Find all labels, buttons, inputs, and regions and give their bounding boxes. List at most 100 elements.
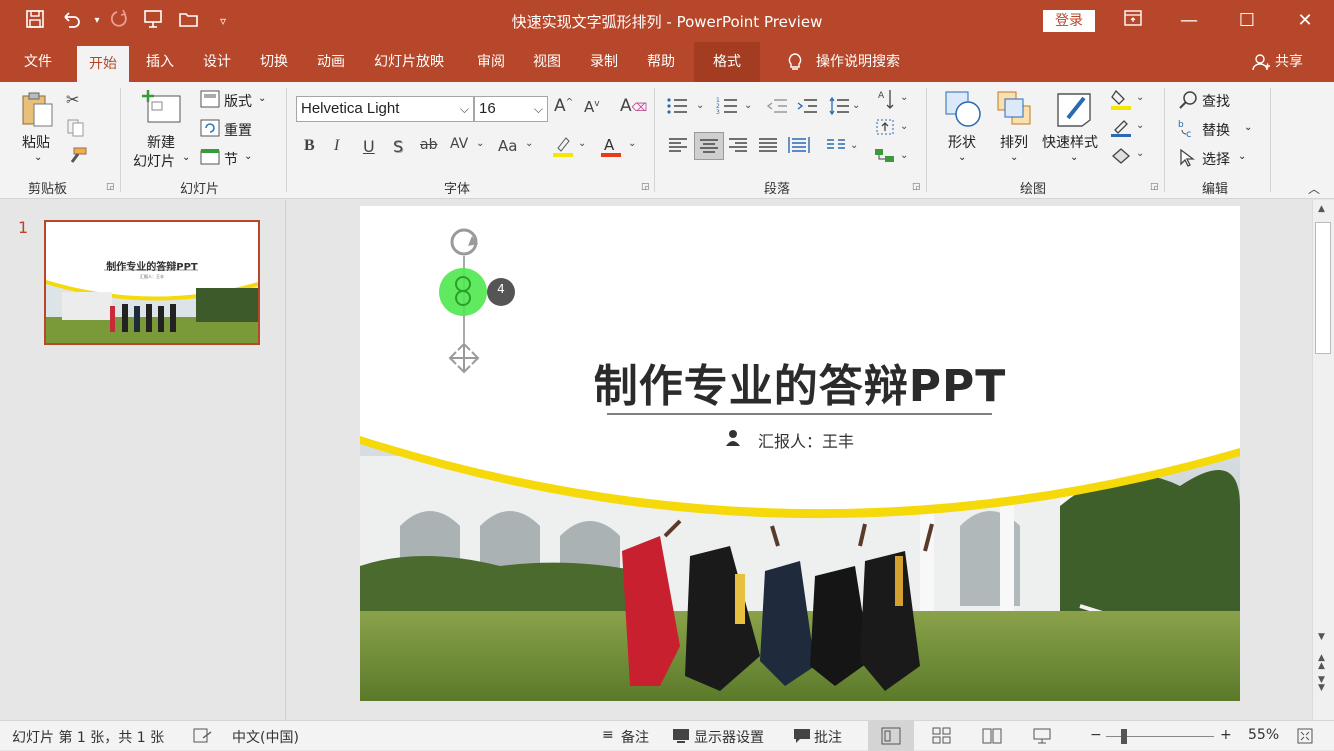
accessibility-icon[interactable] [192, 727, 212, 749]
layout-button[interactable]: 版式 [224, 91, 252, 111]
reset-icon[interactable] [200, 119, 220, 141]
paragraph-launcher-icon[interactable]: ◲ [912, 182, 921, 192]
underline-icon[interactable]: U [363, 137, 375, 156]
font-size-combo[interactable]: 16 ⌵ [474, 96, 548, 122]
tab-record[interactable]: 录制 [590, 42, 618, 82]
slide-canvas[interactable]: 4 制作专业的答辩PPT 汇报人：王丰 [360, 206, 1240, 701]
quick-styles-icon[interactable] [1054, 90, 1094, 132]
clipboard-launcher-icon[interactable]: ◲ [106, 182, 115, 192]
slide-thumbnail[interactable]: 制作专业的答辩PPT 汇报人：王丰 [44, 220, 260, 345]
find-icon[interactable] [1178, 90, 1198, 114]
replace-dropdown-icon[interactable]: ⌄ [1244, 122, 1252, 133]
copy-icon[interactable] [66, 118, 88, 142]
align-text-icon[interactable] [874, 117, 896, 141]
shape-outline-icon[interactable] [1110, 116, 1132, 142]
notes-icon[interactable]: ≡ [602, 727, 614, 743]
replace-button[interactable]: 替换 [1202, 120, 1230, 140]
section-button[interactable]: 节 [224, 149, 238, 169]
replace-icon[interactable]: bc [1178, 118, 1198, 144]
arrange-dropdown-icon[interactable]: ⌄ [1010, 152, 1018, 163]
share-button[interactable]: 共享 [1275, 42, 1303, 82]
tab-review[interactable]: 审阅 [477, 42, 505, 82]
new-slide-label[interactable]: 新建 [147, 132, 175, 152]
find-button[interactable]: 查找 [1202, 91, 1230, 111]
slide-title[interactable]: 制作专业的答辩PPT [540, 350, 1060, 414]
increase-font-icon[interactable]: A^ [554, 96, 573, 116]
font-name-combo[interactable]: Helvetica Light ⌵ [296, 96, 474, 122]
bold-icon[interactable]: B [304, 137, 315, 155]
line-spacing-icon[interactable] [828, 96, 850, 120]
comments-button[interactable]: 批注 [814, 727, 842, 747]
align-center-icon[interactable] [694, 132, 724, 160]
bullets-icon[interactable] [666, 96, 688, 120]
paste-icon[interactable] [20, 90, 56, 127]
tab-home[interactable]: 开始 [77, 46, 129, 82]
layout-icon[interactable] [200, 90, 220, 112]
reading-view-icon[interactable] [982, 727, 1002, 749]
shapes-button[interactable]: 形状 [948, 132, 976, 152]
zoom-out-icon[interactable]: − [1090, 727, 1102, 743]
shapes-icon[interactable] [944, 90, 982, 132]
vertical-scrollbar[interactable]: ▲ ▼ ▲ ▲ ▼ ▼ [1312, 200, 1334, 720]
paste-button[interactable]: 粘贴 [22, 132, 50, 152]
format-painter-icon[interactable] [66, 146, 88, 170]
chevron-down-icon[interactable]: ⌄ [900, 121, 908, 132]
arrange-button[interactable]: 排列 [1000, 132, 1028, 152]
decrease-indent-icon[interactable] [766, 96, 788, 120]
chevron-down-icon[interactable]: ⌄ [900, 150, 908, 161]
new-slide-icon[interactable] [142, 90, 182, 130]
comments-icon[interactable] [793, 727, 811, 749]
tab-animations[interactable]: 动画 [317, 42, 345, 82]
chevron-down-icon[interactable]: ⌄ [900, 92, 908, 103]
display-settings-button[interactable]: 显示器设置 [694, 727, 764, 747]
chevron-down-icon[interactable]: ⌄ [628, 138, 636, 149]
previous-slide-icon[interactable]: ▲ ▲ [1318, 654, 1325, 671]
scroll-down-icon[interactable]: ▼ [1318, 632, 1325, 642]
chevron-down-icon[interactable]: ⌄ [1136, 120, 1144, 131]
tab-insert[interactable]: 插入 [146, 42, 174, 82]
align-left-icon[interactable] [668, 136, 688, 158]
quick-styles-button[interactable]: 快速样式 [1042, 132, 1098, 152]
shapes-dropdown-icon[interactable]: ⌄ [958, 152, 966, 163]
slide-sorter-icon[interactable] [932, 727, 952, 749]
reset-button[interactable]: 重置 [224, 120, 252, 140]
chevron-down-icon[interactable]: ⌵ [460, 97, 469, 121]
character-spacing-icon[interactable]: AV [450, 136, 468, 152]
scroll-up-icon[interactable]: ▲ [1318, 204, 1325, 214]
chevron-down-icon[interactable]: ⌄ [525, 138, 533, 149]
section-icon[interactable] [200, 148, 220, 170]
new-slide-label-2[interactable]: 幻灯片 [133, 151, 175, 171]
strikethrough-icon[interactable]: ab [420, 137, 437, 153]
chevron-down-icon[interactable]: ⌄ [696, 100, 704, 111]
justify-icon[interactable] [758, 136, 778, 158]
language-indicator[interactable]: 中文(中国) [232, 727, 299, 747]
arrange-icon[interactable] [996, 90, 1034, 132]
increase-indent-icon[interactable] [796, 96, 818, 120]
slide-reporter[interactable]: 汇报人：王丰 [758, 428, 854, 452]
clear-formatting-icon[interactable]: A⌫ [620, 96, 647, 116]
tab-help[interactable]: 帮助 [647, 42, 675, 82]
columns-icon[interactable] [826, 136, 846, 158]
tab-design[interactable]: 设计 [203, 42, 231, 82]
section-dropdown-icon[interactable]: ⌄ [244, 151, 252, 162]
zoom-slider-thumb[interactable] [1121, 729, 1127, 744]
tab-slideshow[interactable]: 幻灯片放映 [374, 42, 444, 82]
zoom-level[interactable]: 55% [1248, 727, 1279, 743]
shape-fill-icon[interactable] [1110, 88, 1132, 114]
smartart-icon[interactable] [874, 146, 896, 170]
text-direction-icon[interactable]: A [876, 88, 896, 114]
chevron-down-icon[interactable]: ⌄ [852, 100, 860, 111]
align-right-icon[interactable] [728, 136, 748, 158]
layout-dropdown-icon[interactable]: ⌄ [258, 93, 266, 104]
distributed-icon[interactable] [788, 136, 810, 158]
ribbon-display-icon[interactable] [1110, 0, 1156, 42]
slideshow-icon[interactable] [1032, 727, 1052, 749]
chevron-down-icon[interactable]: ⌄ [476, 138, 484, 149]
numbering-icon[interactable]: 123 [716, 96, 738, 120]
italic-icon[interactable]: I [334, 137, 339, 155]
tab-view[interactable]: 视图 [533, 42, 561, 82]
paste-dropdown-icon[interactable]: ⌄ [34, 152, 42, 163]
minimize-icon[interactable]: — [1166, 0, 1212, 42]
quick-styles-dropdown-icon[interactable]: ⌄ [1070, 152, 1078, 163]
lightbulb-icon[interactable] [786, 42, 804, 82]
